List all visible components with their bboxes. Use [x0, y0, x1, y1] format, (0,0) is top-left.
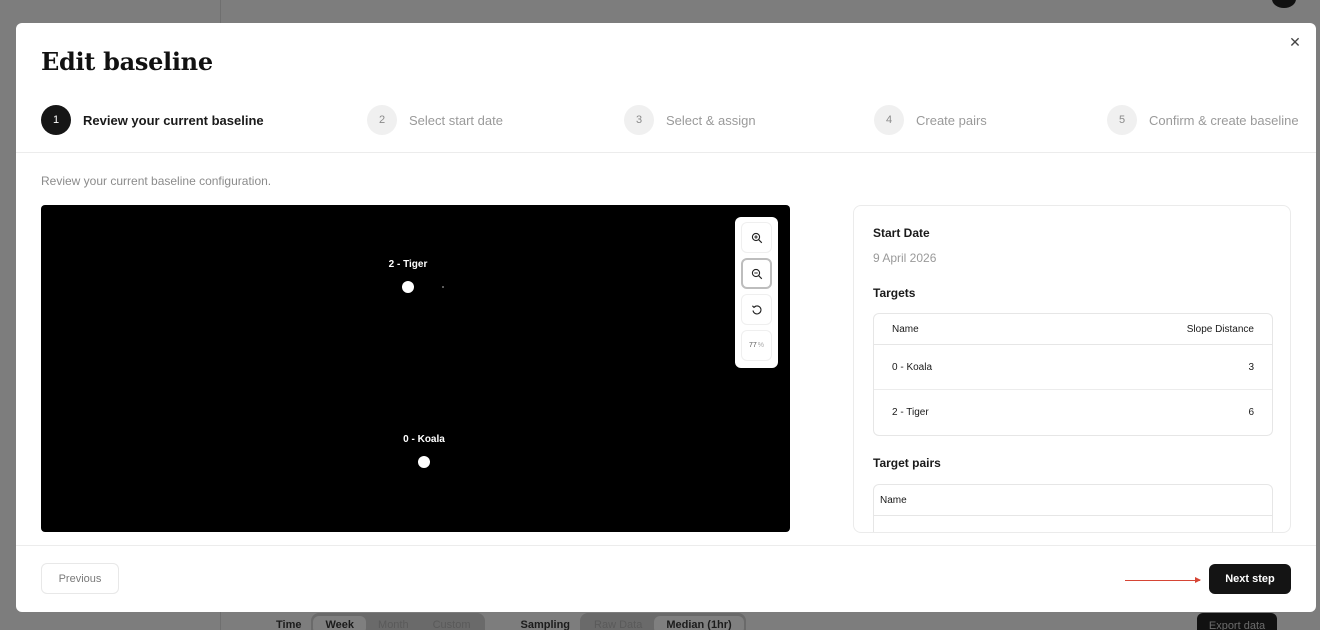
zoom-out-icon [751, 268, 762, 279]
target-pairs-label: Target pairs [873, 456, 941, 470]
time-option-month: Month [378, 619, 409, 630]
marker-label-tiger: 2 - Tiger [388, 259, 428, 270]
baseline-map-canvas[interactable]: 2 - Tiger 0 - Koala 77% [41, 205, 790, 532]
target-name: 2 - Tiger [892, 407, 929, 418]
reset-rotate-icon [751, 304, 761, 314]
step-2: 2 Select start date [367, 104, 503, 136]
footer-divider [16, 545, 1316, 546]
column-name: Name [892, 323, 919, 335]
previous-button[interactable]: Previous [41, 563, 119, 594]
next-step-button[interactable]: Next step [1209, 564, 1291, 594]
target-name: 0 - Koala [892, 361, 933, 373]
zoom-level-display: 77% [741, 330, 772, 361]
baseline-info-panel: Start Date 9 April 2026 Targets Name Slo… [853, 205, 1291, 533]
map-speck [442, 286, 444, 288]
targets-table: Name Slope Distance 0 - Koala 3 2 - Tige… [873, 313, 1273, 436]
target-slope-distance: 3 [1248, 361, 1254, 373]
background-export-button: Export data [1197, 613, 1277, 630]
step-number: 2 [367, 105, 397, 135]
step-label: Confirm & create baseline [1149, 112, 1299, 128]
edit-baseline-modal: ✕ Edit baseline 1 Review your current ba… [16, 23, 1316, 612]
step-4: 4 Create pairs [874, 104, 987, 136]
marker-label-koala: 0 - Koala [403, 434, 445, 445]
close-icon[interactable]: ✕ [1288, 35, 1302, 49]
time-option-custom: Custom [432, 619, 471, 630]
step-5: 5 Confirm & create baseline [1107, 104, 1299, 136]
step-number: 1 [41, 105, 71, 135]
targets-label: Targets [873, 286, 916, 300]
zoom-in-button[interactable] [741, 222, 772, 253]
step-number: 4 [874, 105, 904, 135]
sampling-option-raw: Raw Data [594, 619, 643, 630]
step-3: 3 Select & assign [624, 104, 756, 136]
marker-dot-koala[interactable] [418, 456, 430, 468]
start-date-value: 9 April 2026 [873, 251, 937, 265]
marker-dot-tiger[interactable] [402, 281, 414, 293]
target-slope-distance: 6 [1248, 407, 1254, 418]
target-pairs-table: Name [873, 484, 1273, 532]
sampling-option-median: Median (1hr) [654, 616, 744, 630]
reset-view-button[interactable] [741, 294, 772, 325]
step-number: 5 [1107, 105, 1137, 135]
step-label: Select & assign [666, 112, 756, 128]
step-1: 1 Review your current baseline [41, 104, 264, 136]
modal-title: Edit baseline [41, 47, 213, 76]
step-label: Review your current baseline [83, 112, 264, 128]
zoom-in-icon [751, 232, 762, 243]
sampling-segmented-control: Raw Data Median (1hr) [580, 613, 746, 630]
start-date-label: Start Date [873, 226, 930, 240]
table-row: 2 - Tiger 6 [874, 390, 1272, 435]
step-description: Review your current baseline configurati… [41, 174, 272, 188]
annotation-arrow [1125, 577, 1201, 583]
time-segmented-control: Week Month Custom [311, 613, 485, 630]
column-name: Name [880, 494, 907, 506]
sampling-label: Sampling [520, 619, 571, 630]
zoom-controls: 77% [735, 217, 778, 368]
zoom-level-unit: % [757, 342, 765, 349]
table-row: 0 - Koala 3 [874, 345, 1272, 390]
background-avatar [1272, 0, 1296, 8]
table-header: Name Slope Distance [874, 314, 1272, 345]
time-option-week: Week [313, 616, 367, 630]
zoom-level-value: 77 [748, 342, 757, 349]
stepper: 1 Review your current baseline 2 Select … [41, 104, 1301, 136]
background-toolbar: Time Week Month Custom Sampling Raw Data… [276, 613, 746, 630]
step-number: 3 [624, 105, 654, 135]
zoom-out-button[interactable] [741, 258, 772, 289]
header-divider [16, 152, 1316, 153]
table-header: Name [874, 485, 1272, 516]
time-label: Time [276, 619, 302, 630]
step-label: Create pairs [916, 112, 987, 128]
column-slope-distance: Slope Distance [1186, 323, 1254, 335]
step-label: Select start date [409, 112, 503, 128]
